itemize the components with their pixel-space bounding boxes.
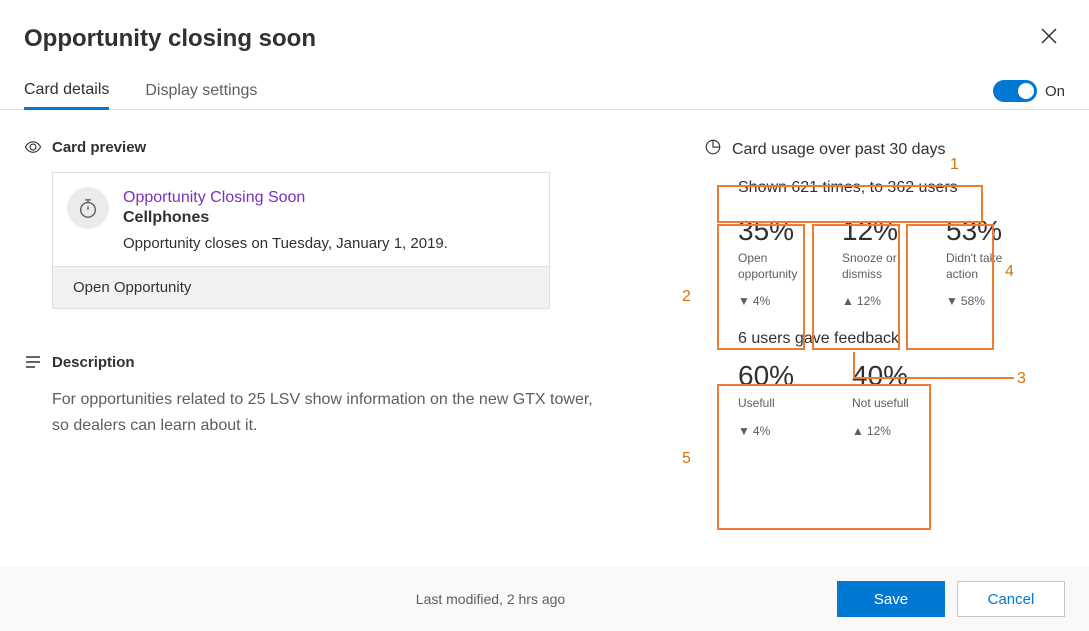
usage-stats-row: 35% Open opportunity ▼4% 12% Snooze or d…: [738, 215, 1065, 308]
page-title: Opportunity closing soon: [24, 25, 316, 53]
description-icon: [24, 353, 42, 371]
chart-icon: [704, 138, 722, 161]
stat-delta: ▲12%: [852, 424, 932, 438]
stat-delta: ▼4%: [738, 424, 818, 438]
stat-percent: 35%: [738, 215, 818, 247]
usage-heading: Card usage over past 30 days: [732, 141, 945, 159]
stopwatch-icon: [67, 187, 109, 229]
down-triangle-icon: ▼: [738, 424, 750, 438]
preview-card-description: Opportunity closes on Tuesday, January 1…: [123, 235, 448, 252]
preview-card-title: Opportunity Closing Soon: [123, 189, 448, 207]
feedback-stats-row: 60% Usefull ▼4% 40% Not usefull ▲12%: [738, 360, 1065, 438]
up-triangle-icon: ▲: [842, 294, 854, 308]
stat-label: Usefull: [738, 396, 810, 412]
preview-icon: [24, 138, 42, 156]
stat-delta: ▼4%: [738, 294, 818, 308]
stat-percent: 53%: [946, 215, 1026, 247]
stat-open-opportunity: 35% Open opportunity ▼4%: [738, 215, 818, 308]
stat-useful: 60% Usefull ▼4%: [738, 360, 818, 438]
tab-display-settings[interactable]: Display settings: [145, 74, 257, 108]
toggle-label: On: [1045, 83, 1065, 100]
stat-percent: 40%: [852, 360, 932, 392]
save-button[interactable]: Save: [837, 581, 945, 617]
stat-label: Snooze or dismiss: [842, 251, 914, 282]
stat-no-action: 53% Didn't take action ▼58%: [946, 215, 1026, 308]
enabled-toggle[interactable]: [993, 80, 1037, 102]
down-triangle-icon: ▼: [738, 294, 750, 308]
stat-delta: ▼58%: [946, 294, 1026, 308]
stat-snooze-dismiss: 12% Snooze or dismiss ▲12%: [842, 215, 922, 308]
close-button[interactable]: [1033, 24, 1065, 53]
card-preview-heading: Card preview: [52, 139, 146, 156]
stat-label: Open opportunity: [738, 251, 810, 282]
last-modified-text: Last modified, 2 hrs ago: [416, 591, 565, 607]
footer-bar: Last modified, 2 hrs ago Save Cancel: [0, 567, 1089, 631]
down-triangle-icon: ▼: [946, 294, 958, 308]
preview-card-entity: Cellphones: [123, 209, 448, 227]
open-opportunity-button[interactable]: Open Opportunity: [53, 266, 549, 308]
tab-bar: Card details Display settings On: [0, 53, 1089, 110]
up-triangle-icon: ▲: [852, 424, 864, 438]
usage-shown-text: Shown 621 times, to 362 users: [738, 179, 1065, 197]
stat-percent: 12%: [842, 215, 922, 247]
stat-label: Not usefull: [852, 396, 924, 412]
preview-card: Opportunity Closing Soon Cellphones Oppo…: [52, 172, 550, 309]
feedback-heading: 6 users gave feedback: [738, 330, 1065, 348]
description-text: For opportunities related to 25 LSV show…: [52, 387, 612, 438]
cancel-button[interactable]: Cancel: [957, 581, 1065, 617]
stat-label: Didn't take action: [946, 251, 1018, 282]
description-heading: Description: [52, 354, 135, 371]
stat-delta: ▲12%: [842, 294, 922, 308]
stat-percent: 60%: [738, 360, 818, 392]
tab-card-details[interactable]: Card details: [24, 73, 109, 110]
stat-not-useful: 40% Not usefull ▲12%: [852, 360, 932, 438]
close-icon: [1041, 28, 1057, 44]
